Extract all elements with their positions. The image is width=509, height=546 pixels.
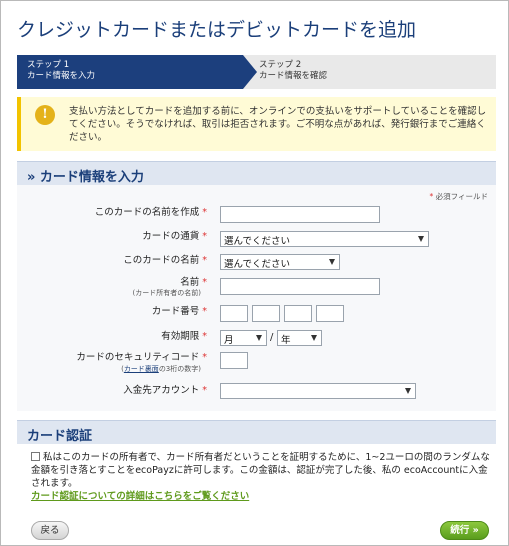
security-code-label: カードのセキュリティコード * [76,352,207,363]
security-code-sublabel: (カード裏面の3桁の数字) [121,365,201,373]
card-type-label: このカードの名前 * [123,255,207,266]
notice-text: 支払い方法としてカードを追加する前に、オンラインでの支払いをサポートしていること… [69,106,487,143]
expiry-label: 有効期限 * [161,331,207,342]
continue-button[interactable]: 続行 » [440,521,489,540]
chevron-down-icon [405,388,411,394]
auth-section-heading: カード認証 [17,420,496,444]
page-title: クレジットカードまたはデビットカードを追加 [17,19,417,41]
step-indicator: ステップ 1 カード情報を入力 ステップ 2 カード情報を確認 [17,55,496,89]
holder-name-label: 名前 * [180,277,207,288]
card-section-heading: » カード情報を入力 [17,161,496,185]
chevron-down-icon [256,335,262,341]
expiry-year-select[interactable]: 年 [277,330,322,346]
auth-details-link[interactable]: カード認証についての詳細はこちらをご覧ください [31,488,249,502]
card-number-input-1[interactable] [220,305,248,322]
step-2-number: ステップ 2 [259,60,302,70]
card-type-select[interactable]: 選んでください [220,254,340,270]
consent-text: 私はこのカードの所有者で、カード所有者だということを証明するために、1~2ユーロ… [31,452,490,489]
card-section-body: * 必須フィールド このカードの名前を作成 * カードの通貨 * 選んでください こ… [17,185,496,411]
currency-select[interactable]: 選んでください [220,231,429,247]
card-name-create-input[interactable] [220,206,380,223]
page-frame: クレジットカードまたはデビットカードを追加 ステップ 1 カード情報を入力 ステ… [0,0,509,546]
chevron-down-icon [311,335,317,341]
step-1-number: ステップ 1 [27,60,70,70]
notice-box: ! 支払い方法としてカードを追加する前に、オンラインでの支払いをサポートしている… [17,97,496,151]
info-icon: ! [35,105,55,125]
expiry-month-select[interactable]: 月 [220,330,267,346]
deposit-account-label: 入金先アカウント * [123,385,207,396]
card-back-link[interactable]: カード裏面 [124,365,159,373]
card-number-input-2[interactable] [252,305,280,322]
chevron-down-icon [418,236,424,242]
deposit-account-select[interactable] [220,383,416,399]
step-1-active: ステップ 1 カード情報を入力 [17,55,243,89]
step-arrow [243,55,257,89]
required-note: * 必須フィールド [429,192,489,201]
consent-row: 私はこのカードの所有者で、カード所有者だということを証明するために、1~2ユーロ… [31,451,491,490]
back-button[interactable]: 戻る [31,521,69,540]
currency-label: カードの通貨 * [142,231,207,242]
card-number-input-3[interactable] [284,305,312,322]
card-name-create-label: このカードの名前を作成 * [94,207,207,218]
card-number-label: カード番号 * [151,306,207,317]
holder-name-sublabel: (カード所有者の名前) [132,289,201,297]
card-number-input-4[interactable] [316,305,344,322]
security-code-input[interactable] [220,352,248,369]
step-1-label: カード情報を入力 [27,71,96,81]
chevron-down-icon [329,259,335,265]
step-2-label: カード情報を確認 [259,71,328,81]
step-2: ステップ 2 カード情報を確認 [257,55,327,89]
consent-checkbox[interactable] [31,452,40,461]
holder-name-input[interactable] [220,278,380,295]
expiry-separator: / [270,332,274,343]
